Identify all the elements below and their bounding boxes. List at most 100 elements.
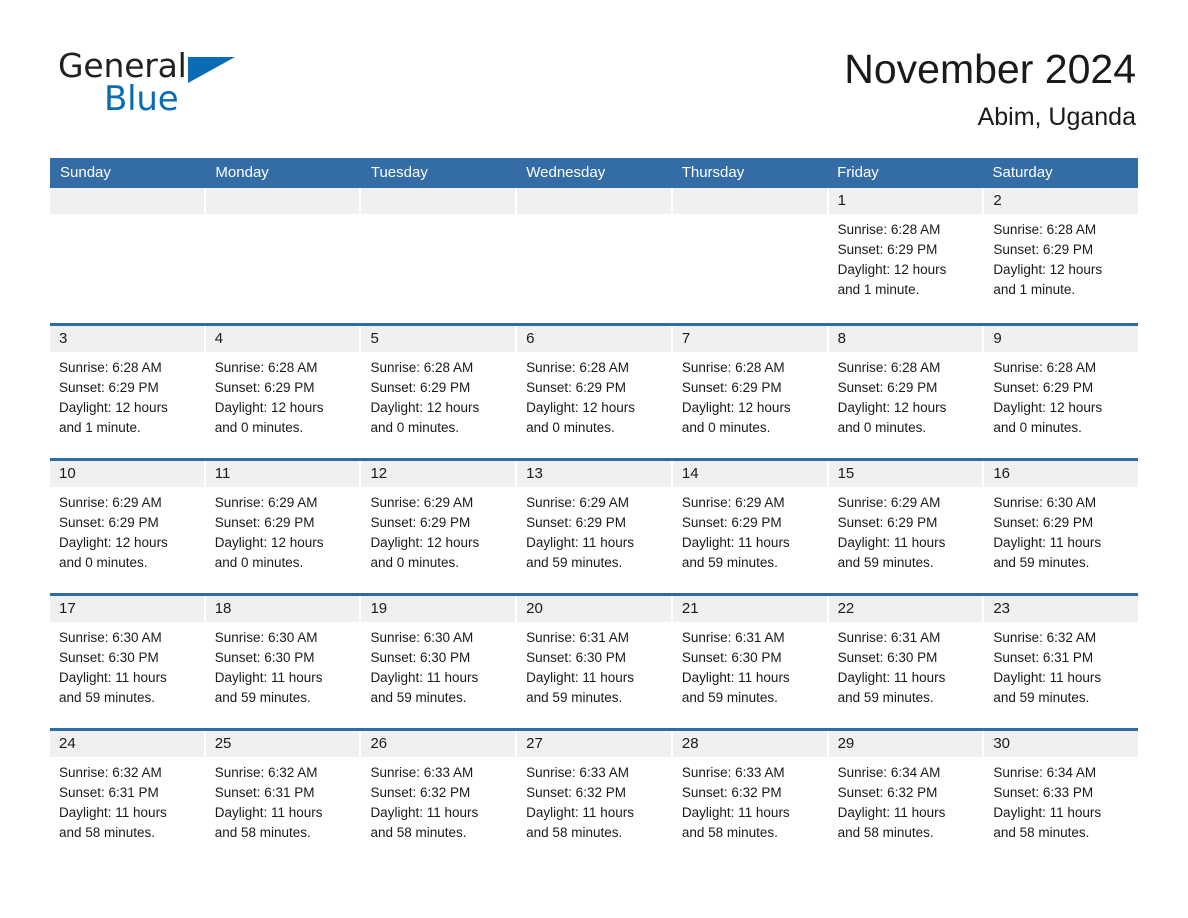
calendar-day-cell[interactable]: 14 Sunrise: 6:29 AM Sunset: 6:29 PM Dayligh… <box>672 461 829 593</box>
sunset-time: Sunset: 6:29 PM <box>214 380 315 395</box>
calendar-day-cell[interactable]: 24 Sunrise: 6:32 AM Sunset: 6:31 PM Dayligh… <box>50 731 206 863</box>
day-number-band: 11 <box>205 461 360 487</box>
sunrise-time: Sunrise: 6:30 AM <box>370 630 474 645</box>
day-number: 17 <box>59 600 76 617</box>
day-info: Sunrise: 6:30 AM Sunset: 6:30 PM Daylight:… <box>206 622 360 708</box>
calendar-day-cell-empty[interactable] <box>672 188 829 323</box>
daylight-duration-line2: and 0 minutes. <box>59 555 148 570</box>
day-number: 22 <box>837 600 855 617</box>
day-info: Sunrise: 6:28 AM Sunset: 6:29 PM Daylight:… <box>829 214 983 300</box>
calendar-day-cell[interactable]: 19 Sunrise: 6:30 AM Sunset: 6:30 PM Dayligh… <box>361 596 518 728</box>
sunset-time: Sunset: 6:30 PM <box>214 650 315 665</box>
sunset-time: Sunset: 6:29 PM <box>681 515 782 530</box>
day-info: Sunrise: 6:30 AM Sunset: 6:29 PM Daylight:… <box>984 487 1138 573</box>
calendar-day-cell[interactable]: 5 Sunrise: 6:28 AM Sunset: 6:29 PM Daylight… <box>361 326 518 458</box>
daylight-duration-line1: Daylight: 12 hours <box>214 535 324 550</box>
daylight-duration-line1: Daylight: 11 hours <box>370 670 479 685</box>
day-info: Sunrise: 6:31 AM Sunset: 6:30 PM Daylight:… <box>517 622 671 708</box>
day-number: 2 <box>993 192 1002 209</box>
day-number-band: 15 <box>828 461 983 487</box>
day-number-band: 8 <box>828 326 983 352</box>
calendar-day-cell[interactable]: 1 Sunrise: 6:28 AM Sunset: 6:29 PM Daylight… <box>828 188 985 323</box>
sunset-time: Sunset: 6:29 PM <box>214 515 315 530</box>
calendar-day-cell[interactable]: 6 Sunrise: 6:28 AM Sunset: 6:29 PM Daylight… <box>517 326 673 458</box>
calendar-day-cell[interactable]: 23 Sunrise: 6:32 AM Sunset: 6:31 PM Dayligh… <box>984 596 1139 728</box>
calendar-day-cell-empty[interactable] <box>517 188 673 323</box>
sunrise-time: Sunrise: 6:32 AM <box>59 765 162 780</box>
day-info: Sunrise: 6:30 AM Sunset: 6:30 PM Daylight:… <box>361 622 515 708</box>
day-info: Sunrise: 6:32 AM Sunset: 6:31 PM Daylight:… <box>50 757 204 843</box>
calendar-day-cell[interactable]: 3 Sunrise: 6:28 AM Sunset: 6:29 PM Daylight… <box>50 326 206 458</box>
day-info: Sunrise: 6:29 AM Sunset: 6:29 PM Daylight:… <box>361 487 515 573</box>
calendar-day-cell[interactable]: 29 Sunrise: 6:34 AM Sunset: 6:32 PM Dayligh… <box>828 731 985 863</box>
daylight-duration-line2: and 59 minutes. <box>214 690 311 705</box>
daylight-duration-line2: and 0 minutes. <box>214 420 304 435</box>
daylight-duration-line2: and 1 minute. <box>993 282 1076 297</box>
day-info: Sunrise: 6:29 AM Sunset: 6:29 PM Daylight:… <box>673 487 827 573</box>
sunset-time: Sunset: 6:29 PM <box>993 515 1094 530</box>
calendar-day-cell[interactable]: 13 Sunrise: 6:29 AM Sunset: 6:29 PM Dayligh… <box>517 461 673 593</box>
calendar-day-cell[interactable]: 21 Sunrise: 6:31 AM Sunset: 6:30 PM Dayligh… <box>672 596 829 728</box>
daylight-duration-line2: and 59 minutes. <box>993 555 1090 570</box>
calendar-day-cell[interactable]: 22 Sunrise: 6:31 AM Sunset: 6:30 PM Dayligh… <box>828 596 985 728</box>
page-subtitle: Abim, Uganda <box>977 103 1136 131</box>
daylight-duration-line1: Daylight: 11 hours <box>837 805 946 820</box>
calendar-day-cell[interactable]: 27 Sunrise: 6:33 AM Sunset: 6:32 PM Dayligh… <box>517 731 673 863</box>
calendar-day-cell-empty[interactable] <box>50 188 206 323</box>
calendar-day-cell[interactable]: 20 Sunrise: 6:31 AM Sunset: 6:30 PM Dayligh… <box>517 596 673 728</box>
daylight-duration-line1: Daylight: 11 hours <box>837 670 946 685</box>
calendar-day-cell[interactable]: 16 Sunrise: 6:30 AM Sunset: 6:29 PM Dayligh… <box>984 461 1139 593</box>
sunrise-time: Sunrise: 6:31 AM <box>526 630 629 645</box>
day-number: 7 <box>681 330 691 347</box>
daylight-duration-line1: Daylight: 11 hours <box>993 670 1102 685</box>
daylight-duration-line1: Daylight: 11 hours <box>837 535 946 550</box>
calendar-day-cell[interactable]: 26 Sunrise: 6:33 AM Sunset: 6:32 PM Dayligh… <box>361 731 518 863</box>
day-number-band: 27 <box>517 731 671 757</box>
calendar-day-cell-empty[interactable] <box>361 188 518 323</box>
calendar-day-cell[interactable]: 10 Sunrise: 6:29 AM Sunset: 6:29 PM Dayligh… <box>50 461 206 593</box>
day-number-band: 22 <box>828 596 983 622</box>
day-number-band: 24 <box>50 731 204 757</box>
daylight-duration-line2: and 59 minutes. <box>526 690 623 705</box>
calendar-day-cell[interactable]: 7 Sunrise: 6:28 AM Sunset: 6:29 PM Daylight… <box>672 326 829 458</box>
calendar-day-cell[interactable]: 4 Sunrise: 6:28 AM Sunset: 6:29 PM Daylight… <box>205 326 362 458</box>
calendar-day-cell[interactable]: 12 Sunrise: 6:29 AM Sunset: 6:29 PM Dayligh… <box>361 461 518 593</box>
weekday-header-tuesday: Tuesday <box>370 164 428 181</box>
calendar-day-cell[interactable]: 9 Sunrise: 6:28 AM Sunset: 6:29 PM Daylight… <box>984 326 1139 458</box>
sunset-time: Sunset: 6:29 PM <box>681 380 782 395</box>
day-number-band: 12 <box>361 461 516 487</box>
sunset-time: Sunset: 6:29 PM <box>370 515 471 530</box>
brand-logo-top: General <box>58 48 318 84</box>
daylight-duration-line1: Daylight: 11 hours <box>526 805 634 820</box>
calendar-day-cell[interactable]: 2 Sunrise: 6:28 AM Sunset: 6:29 PM Daylight… <box>984 188 1139 323</box>
day-info: Sunrise: 6:28 AM Sunset: 6:29 PM Daylight:… <box>361 352 515 438</box>
day-number-band: 25 <box>205 731 360 757</box>
calendar-day-cell[interactable]: 30 Sunrise: 6:34 AM Sunset: 6:33 PM Dayligh… <box>984 731 1139 863</box>
daylight-duration-line2: and 59 minutes. <box>526 555 623 570</box>
calendar-day-cell[interactable]: 18 Sunrise: 6:30 AM Sunset: 6:30 PM Dayligh… <box>205 596 362 728</box>
sunrise-time: Sunrise: 6:33 AM <box>681 765 785 780</box>
day-info: Sunrise: 6:29 AM Sunset: 6:29 PM Daylight:… <box>517 487 671 573</box>
calendar-day-cell[interactable]: 11 Sunrise: 6:29 AM Sunset: 6:29 PM Dayligh… <box>205 461 362 593</box>
sunset-time: Sunset: 6:30 PM <box>837 650 938 665</box>
sunset-time: Sunset: 6:29 PM <box>526 380 626 395</box>
day-number-band: 29 <box>828 731 983 757</box>
day-number: 15 <box>837 465 855 482</box>
calendar-day-cell[interactable]: 17 Sunrise: 6:30 AM Sunset: 6:30 PM Dayligh… <box>50 596 206 728</box>
daylight-duration-line1: Daylight: 12 hours <box>526 400 635 415</box>
day-info: Sunrise: 6:28 AM Sunset: 6:29 PM Daylight:… <box>829 352 983 438</box>
sunrise-time: Sunrise: 6:29 AM <box>526 495 629 510</box>
calendar-day-cell[interactable]: 15 Sunrise: 6:29 AM Sunset: 6:29 PM Dayligh… <box>828 461 985 593</box>
daylight-duration-line1: Daylight: 11 hours <box>214 805 323 820</box>
daylight-duration-line2: and 0 minutes. <box>993 420 1082 435</box>
calendar-day-cell[interactable]: 25 Sunrise: 6:32 AM Sunset: 6:31 PM Dayligh… <box>205 731 362 863</box>
day-info: Sunrise: 6:30 AM Sunset: 6:30 PM Daylight:… <box>50 622 204 708</box>
day-number-band: 6 <box>517 326 671 352</box>
daylight-duration-line2: and 59 minutes. <box>59 690 156 705</box>
calendar-day-cell-empty[interactable] <box>205 188 362 323</box>
sunrise-time: Sunrise: 6:32 AM <box>214 765 318 780</box>
calendar-day-cell[interactable]: 8 Sunrise: 6:28 AM Sunset: 6:29 PM Daylight… <box>828 326 985 458</box>
sunset-time: Sunset: 6:29 PM <box>837 515 938 530</box>
day-info: Sunrise: 6:28 AM Sunset: 6:29 PM Daylight:… <box>206 352 360 438</box>
calendar-day-cell[interactable]: 28 Sunrise: 6:33 AM Sunset: 6:32 PM Dayligh… <box>672 731 829 863</box>
